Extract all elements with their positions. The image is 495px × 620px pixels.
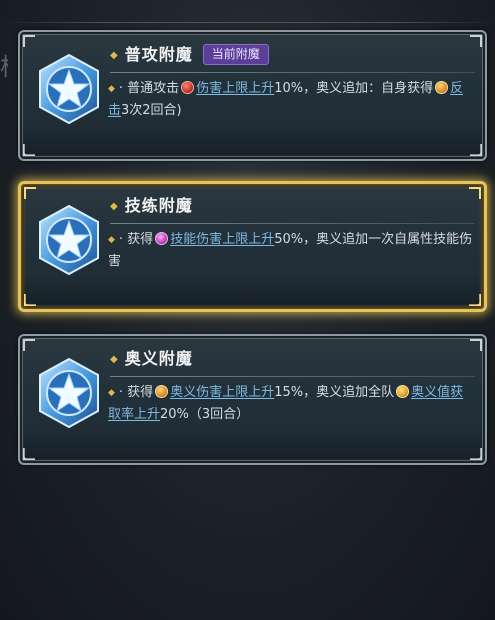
card-title-text: 普攻附魔	[124, 45, 193, 64]
skill-buff-icon	[155, 232, 169, 245]
star-emblem-icon	[39, 357, 99, 429]
charge-buff-icon	[396, 385, 410, 398]
diamond-bullet-icon: ◆	[110, 50, 119, 61]
corner-ornament	[469, 187, 481, 199]
enchant-card-skill[interactable]: ◆ 技练附魔 ◆ · 获得 技能伤害上限上升50%，奥义追加一次自属性技能伤害	[18, 181, 487, 312]
diamond-bullet-icon: ◆	[108, 84, 115, 94]
counter-icon	[435, 81, 449, 94]
corner-ornament	[24, 187, 36, 199]
card-title: ◆ 技练附魔	[110, 195, 193, 217]
card-title: ◆ 奥义附魔	[110, 348, 193, 370]
card-description: ◆ · 普通攻击 伤害上限上升10%，奥义追加：自身获得 反击3次2回合)	[108, 78, 476, 122]
desc-text: 10%，奥义追加：自身获得	[274, 81, 434, 96]
title-divider	[110, 376, 475, 377]
desc-text: · 获得	[118, 385, 154, 400]
ougi-buff-icon	[155, 385, 169, 398]
card-description: ◆ · 获得 技能伤害上限上升50%，奥义追加一次自属性技能伤害	[108, 229, 476, 273]
diamond-bullet-icon: ◆	[108, 235, 115, 245]
enchant-card-normal-attack[interactable]: ◆ 普攻附魔 当前附魔 ◆ · 普通攻击 伤害上限上升10%，奥义追加：自身获得 反击3次…	[18, 30, 487, 161]
corner-ornament	[23, 339, 35, 351]
enchant-card-ougi[interactable]: ◆ 奥义附魔 ◆ · 获得 奥义伤害上限上升15%，奥义追加全队 奥义值获取率上升20%…	[18, 334, 487, 465]
title-divider	[110, 72, 475, 73]
corner-ornament	[24, 294, 36, 306]
corner-ornament	[470, 35, 482, 47]
keyword-link[interactable]: 奥义伤害上限上升	[170, 385, 274, 400]
card-title-text: 奥义附魔	[124, 349, 193, 368]
keyword-link[interactable]: 伤害上限上升	[196, 81, 274, 96]
diamond-bullet-icon: ◆	[108, 388, 115, 398]
star-emblem-icon	[39, 204, 99, 276]
attack-buff-icon	[181, 81, 195, 94]
card-title-text: 技练附魔	[124, 196, 193, 215]
card-description: ◆ · 获得 奥义伤害上限上升15%，奥义追加全队 奥义值获取率上升20%（3回合）	[108, 382, 476, 426]
corner-ornament	[470, 448, 482, 460]
desc-text: · 普通攻击	[118, 81, 180, 96]
desc-text: 3次2回合)	[121, 103, 182, 118]
corner-ornament	[23, 448, 35, 460]
top-divider	[0, 22, 495, 23]
keyword-link[interactable]: 技能伤害上限上升	[170, 232, 274, 247]
corner-ornament	[470, 144, 482, 156]
edge-partial-glyph: 柯	[0, 52, 8, 82]
desc-text: 15%，奥义追加全队	[274, 385, 395, 400]
desc-text: 20%（3回合）	[160, 407, 250, 422]
diamond-bullet-icon: ◆	[110, 354, 119, 365]
title-divider	[110, 223, 474, 224]
corner-ornament	[23, 144, 35, 156]
corner-ornament	[470, 339, 482, 351]
current-enchant-badge: 当前附魔	[202, 44, 269, 65]
diamond-bullet-icon: ◆	[110, 201, 119, 212]
corner-ornament	[23, 35, 35, 47]
desc-text: · 获得	[118, 232, 154, 247]
card-title: ◆ 普攻附魔 当前附魔	[110, 44, 269, 66]
star-emblem-icon	[39, 53, 99, 125]
corner-ornament	[469, 294, 481, 306]
